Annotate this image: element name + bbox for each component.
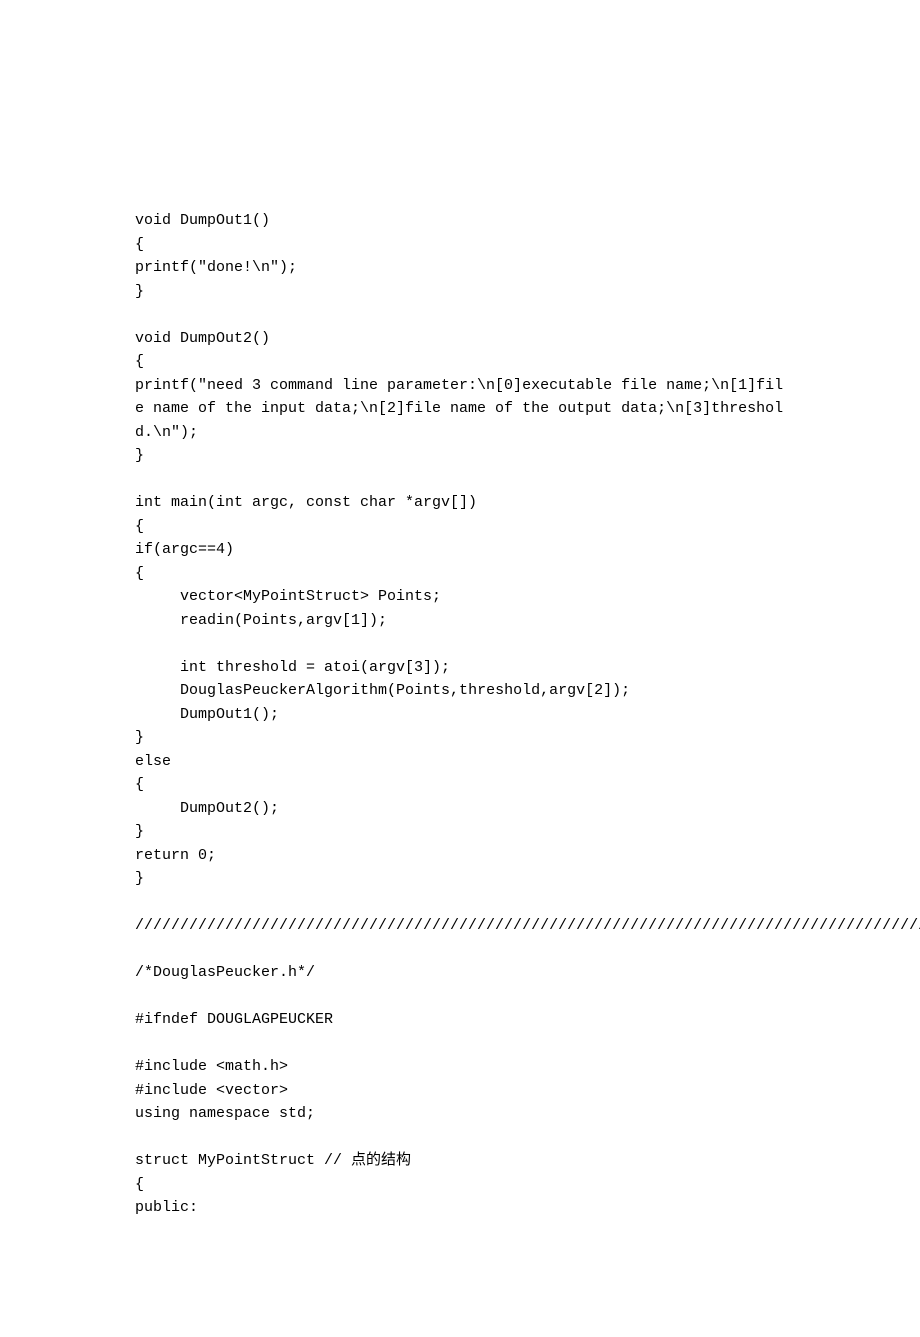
code-content: void DumpOut1() { printf("done!\n"); } v… [135,209,790,1220]
